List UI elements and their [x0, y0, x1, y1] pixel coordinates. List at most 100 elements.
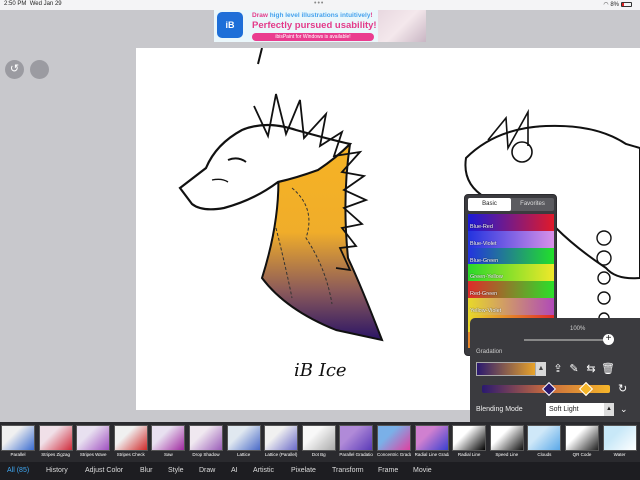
filter-thumbnail: [339, 425, 374, 451]
gradient-preset-item[interactable]: Blue-Violet: [468, 230, 554, 248]
filter-thumbnail: [565, 425, 599, 451]
category-tab[interactable]: Adjust Color: [85, 467, 123, 474]
share-icon[interactable]: ⇪: [550, 362, 566, 376]
filter-strip: Parallel Stripes Zigzag Stripes Wave Stripe…: [0, 422, 640, 462]
gradation-preview[interactable]: [476, 362, 536, 376]
filter-item[interactable]: Lattice (Parallel): [264, 425, 299, 461]
filter-label: Parallel Gradation: [339, 452, 374, 457]
filter-label: Clouds: [537, 452, 552, 457]
multitask-dots[interactable]: •••: [314, 0, 324, 7]
gradient-preset-item[interactable]: Green-Yellow: [468, 264, 554, 282]
battery-icon: [621, 1, 632, 7]
filter-label: Stripes Wave: [79, 452, 107, 457]
filter-label: Saw: [164, 452, 173, 457]
blending-mode-select[interactable]: Soft Light ▲: [546, 403, 614, 416]
category-tab[interactable]: Transform: [332, 467, 364, 474]
category-tab[interactable]: Pixelate: [291, 467, 316, 474]
filter-thumbnail: [76, 425, 111, 451]
filter-item[interactable]: Saw: [151, 425, 186, 461]
filter-thumbnail: [113, 425, 148, 451]
filter-thumbnail: [264, 425, 299, 451]
filter-item[interactable]: Parallel Gradation: [339, 425, 374, 461]
filter-thumbnail: [1, 425, 35, 451]
filter-thumbnail: [452, 425, 487, 451]
filter-label: Stripes Zigzag: [41, 452, 70, 457]
filter-label: QR Code: [572, 452, 592, 457]
ad-line-1: Draw high level illustrations intuitivel…: [252, 12, 373, 19]
category-tab[interactable]: Movie: [413, 467, 432, 474]
reset-icon[interactable]: ↻: [618, 382, 627, 395]
category-tab[interactable]: Blur: [140, 467, 152, 474]
filter-item[interactable]: Stripes Wave: [76, 425, 111, 461]
filter-item[interactable]: QR Code: [565, 425, 599, 461]
filter-item[interactable]: Stripes Zigzag: [38, 425, 73, 461]
filter-thumbnail: [527, 425, 562, 451]
filter-label: Lattice (Parallel): [264, 452, 298, 457]
add-icon[interactable]: +: [603, 334, 614, 345]
filter-item[interactable]: Drop Shadow: [189, 425, 223, 461]
gradient-preset-item[interactable]: Blue-Red: [468, 214, 554, 231]
filter-label: Drop Shadow: [192, 452, 220, 457]
redo-icon[interactable]: [30, 60, 49, 79]
gradient-preset-item[interactable]: Red-Green: [468, 281, 554, 298]
filter-thumbnail: [414, 425, 449, 451]
category-tab[interactable]: Artistic: [253, 467, 274, 474]
status-right: ◠ 8%: [603, 1, 632, 8]
filter-thumbnail: [377, 425, 411, 451]
chevron-down-icon[interactable]: ⌄: [620, 404, 628, 415]
filter-item[interactable]: Water: [602, 425, 637, 461]
filter-thumbnail: [301, 425, 336, 451]
flip-icon[interactable]: ⇆: [583, 362, 599, 376]
filter-item[interactable]: Speed Line: [489, 425, 524, 461]
opacity-value: 100%: [570, 326, 586, 332]
filter-settings-panel: 100% + Gradation ▲ ⇪ ✎ ⇆ 🗑 ↻ Blending Mo…: [470, 318, 640, 422]
filter-thumbnail: [226, 425, 261, 451]
filter-thumbnail: [38, 425, 73, 451]
category-tab[interactable]: History: [46, 467, 68, 474]
filter-label: Parallel: [10, 452, 26, 457]
gradient-preset-item[interactable]: Blue-Green: [468, 247, 554, 265]
gradient-preset-item[interactable]: Yellow-Violet: [468, 297, 554, 315]
edit-icon[interactable]: ✎: [566, 362, 582, 376]
filter-thumbnail: [151, 425, 186, 451]
trash-icon[interactable]: 🗑: [600, 362, 616, 376]
status-bar: 2:50 PM Wed Jan 29 ••• ◠ 8%: [0, 0, 640, 10]
battery-label: 8%: [610, 2, 619, 8]
filter-label: Speed Line: [495, 452, 519, 457]
filter-thumbnail: [189, 425, 223, 451]
ibispaint-logo-icon: iB: [217, 12, 243, 38]
category-tab[interactable]: Draw: [199, 467, 215, 474]
filter-item[interactable]: Concentric Gradation: [377, 425, 411, 461]
filter-label: Dot Bg: [311, 452, 326, 457]
status-time: 2:50 PM Wed Jan 29: [4, 1, 62, 7]
filter-label: Radial Line: [457, 452, 481, 457]
opacity-slider[interactable]: [524, 339, 604, 341]
gradation-dropdown-arrow-icon[interactable]: ▲: [536, 362, 546, 376]
ad-line-3[interactable]: ibisPaint for Windows is available!: [252, 33, 374, 41]
filter-label: Lattice: [236, 452, 251, 457]
tab-favorites[interactable]: Favorites: [511, 198, 554, 211]
filter-label: Water: [613, 452, 626, 457]
ad-banner[interactable]: iB Draw high level illustrations intuiti…: [214, 10, 426, 42]
tab-basic[interactable]: Basic: [468, 198, 511, 211]
wifi-icon: ◠: [603, 2, 609, 8]
filter-label: Concentric Gradation: [377, 452, 411, 457]
category-tab[interactable]: AI: [231, 467, 238, 474]
blending-mode-label: Blending Mode: [476, 406, 523, 413]
filter-thumbnail: [489, 425, 524, 451]
category-tab[interactable]: All (85): [7, 467, 29, 474]
blending-mode-value: Soft Light: [549, 406, 579, 413]
filter-item[interactable]: Lattice: [226, 425, 261, 461]
filter-item[interactable]: Stripes Check: [113, 425, 148, 461]
filter-item[interactable]: Dot Bg: [301, 425, 336, 461]
filter-label: Stripes Check: [116, 452, 145, 457]
filter-item[interactable]: Parallel: [1, 425, 35, 461]
filter-item[interactable]: Clouds: [527, 425, 562, 461]
filter-thumbnail: [602, 425, 637, 451]
undo-icon[interactable]: ↺: [5, 60, 24, 79]
category-tab[interactable]: Frame: [378, 467, 398, 474]
category-tab[interactable]: Style: [168, 467, 184, 474]
filter-item[interactable]: Radial Line: [452, 425, 487, 461]
filter-label: Radial Line Gradation: [414, 452, 449, 457]
filter-item[interactable]: Radial Line Gradation: [414, 425, 449, 461]
